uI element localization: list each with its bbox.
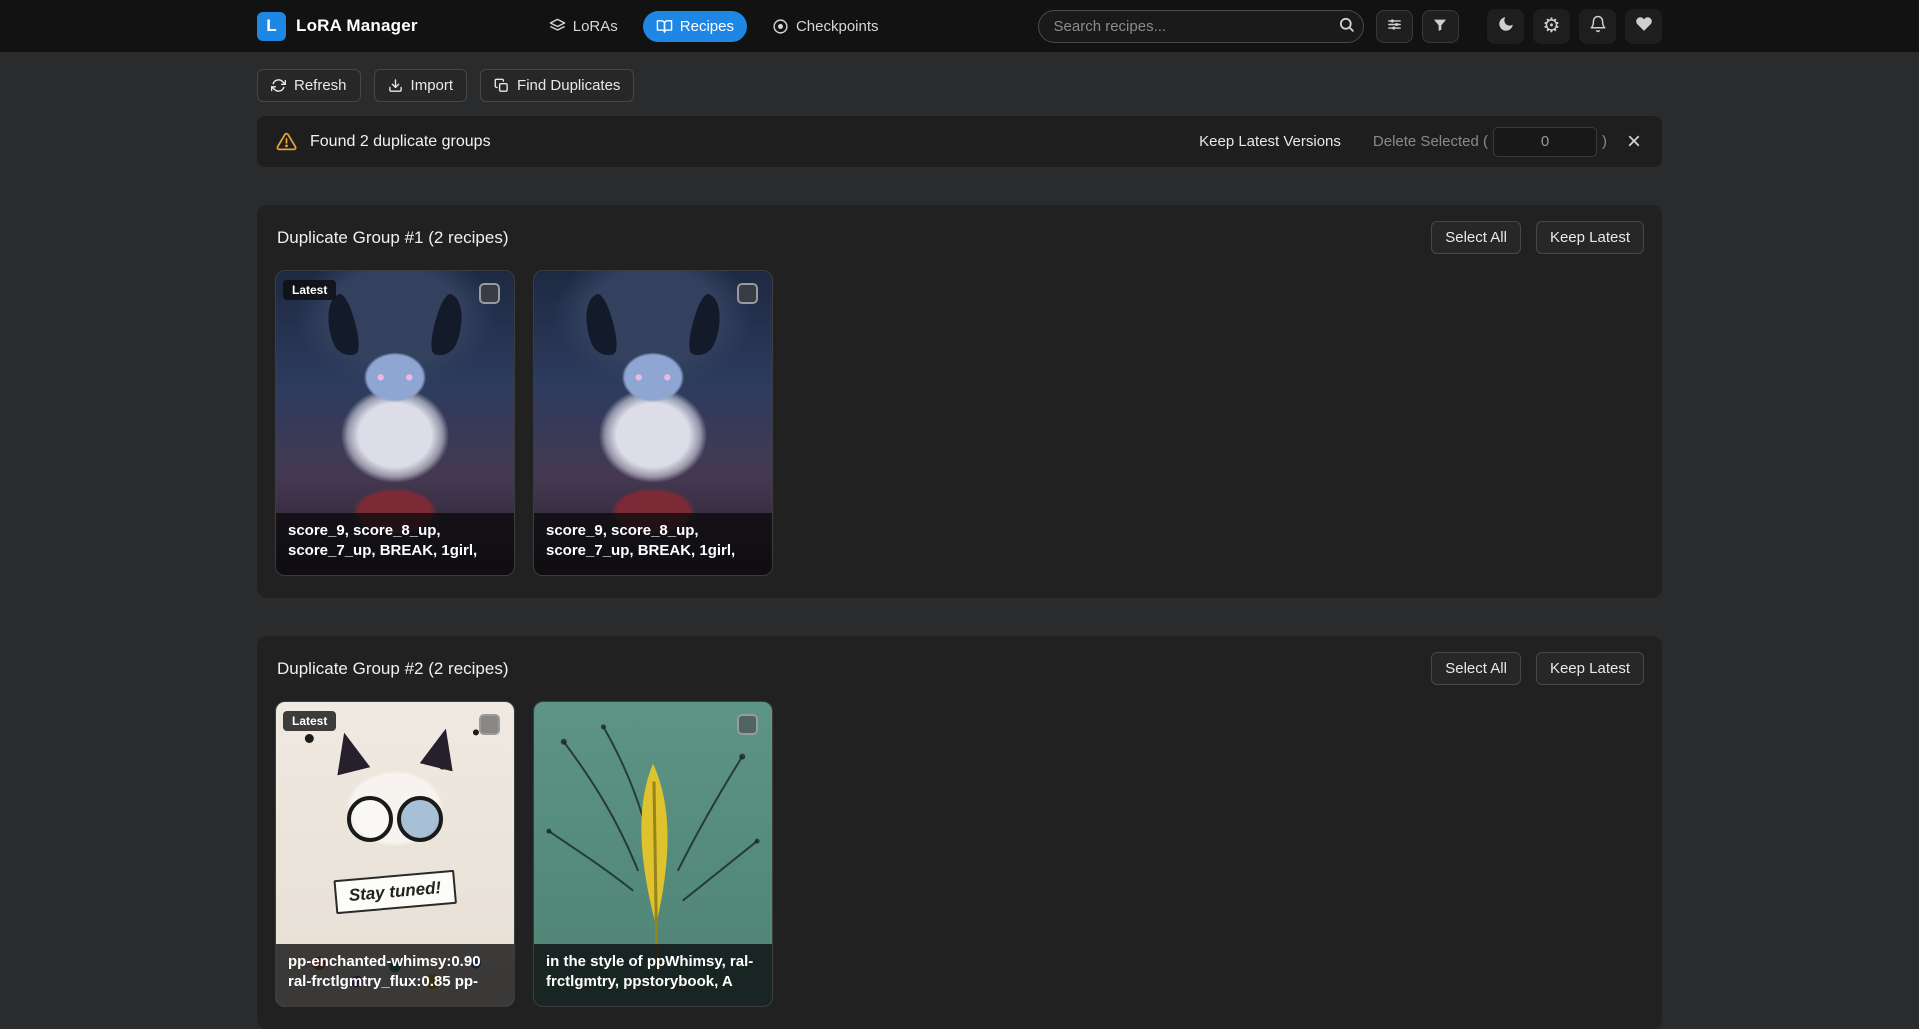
gear-icon: ⚙ (1543, 16, 1561, 36)
banner-actions: Keep Latest Versions Delete Selected ( )… (1185, 125, 1643, 158)
close-icon: × (1627, 128, 1641, 155)
nav-action-buttons: ⚙ (1487, 9, 1662, 44)
group-title: Duplicate Group #2 (2 recipes) (275, 659, 509, 679)
keep-latest-versions-button[interactable]: Keep Latest Versions (1185, 125, 1355, 158)
filter-button[interactable] (1422, 10, 1459, 43)
recipe-caption: pp-enchanted-whimsy:0.90 ral-frctlgmtry_… (276, 944, 514, 1007)
tab-checkpoints-label: Checkpoints (796, 18, 879, 35)
tab-recipes-label: Recipes (680, 18, 734, 35)
group-actions: Select All Keep Latest (1431, 221, 1644, 254)
tab-loras-label: LoRAs (573, 18, 618, 35)
settings-button[interactable]: ⚙ (1533, 9, 1570, 44)
find-duplicates-label: Find Duplicates (517, 77, 620, 94)
recipe-checkbox[interactable] (479, 714, 500, 735)
recipe-card-grid: Stay tuned! Latest pp-enchanted-whimsy:0… (275, 701, 1644, 1007)
keep-latest-button[interactable]: Keep Latest (1536, 221, 1644, 254)
close-banner-button[interactable]: × (1625, 130, 1643, 154)
delete-selected-control: Delete Selected ( ) (1373, 127, 1607, 157)
support-button[interactable] (1625, 9, 1662, 44)
bell-icon (1589, 15, 1607, 37)
illustration-horn (318, 292, 366, 360)
layers-icon (549, 18, 566, 35)
import-icon (388, 78, 403, 93)
duplicate-copies-icon (494, 78, 509, 93)
tab-recipes[interactable]: Recipes (643, 11, 747, 42)
latest-badge: Latest (283, 280, 336, 300)
illustration-horn (576, 292, 624, 360)
recipe-card[interactable]: Latest score_9, score_8_up, score_7_up, … (275, 270, 515, 576)
select-all-button[interactable]: Select All (1431, 652, 1521, 685)
illustration-glasses (339, 796, 451, 840)
delete-selected-suffix: ) (1602, 133, 1607, 150)
checkpoint-target-icon (772, 18, 789, 35)
recipe-card[interactable]: Stay tuned! Latest pp-enchanted-whimsy:0… (275, 701, 515, 1007)
recipe-checkbox[interactable] (479, 283, 500, 304)
recipe-caption: score_9, score_8_up, score_7_up, BREAK, … (276, 513, 514, 576)
book-icon (656, 18, 673, 35)
navbar: L LoRA Manager LoRAs Recipes Checkpoi (0, 0, 1919, 52)
delete-selected-prefix: Delete Selected ( (1373, 133, 1488, 150)
recipe-checkbox[interactable] (737, 283, 758, 304)
delete-count-input[interactable] (1493, 127, 1597, 157)
search-icon (1338, 16, 1355, 36)
group-header: Duplicate Group #1 (2 recipes) Select Al… (275, 221, 1644, 254)
recipe-card-grid: Latest score_9, score_8_up, score_7_up, … (275, 270, 1644, 576)
search-box (1038, 10, 1364, 43)
import-button[interactable]: Import (374, 69, 468, 102)
moon-icon (1497, 15, 1515, 37)
illustration-horn (424, 292, 472, 360)
refresh-button[interactable]: Refresh (257, 69, 361, 102)
tab-loras[interactable]: LoRAs (536, 11, 631, 42)
banner-message-area: Found 2 duplicate groups (276, 131, 491, 152)
recipes-toolbar: Refresh Import Find Duplicates (257, 52, 1662, 102)
main-content: Refresh Import Find Duplicates Found 2 d… (257, 52, 1662, 1029)
sliders-icon (1386, 16, 1403, 36)
select-all-button[interactable]: Select All (1431, 221, 1521, 254)
find-duplicates-button[interactable]: Find Duplicates (480, 69, 634, 102)
illustration-cat-ear (420, 724, 463, 771)
tab-checkpoints[interactable]: Checkpoints (759, 11, 892, 42)
latest-badge: Latest (283, 711, 336, 731)
image-sign-text: Stay tuned! (333, 870, 456, 914)
recipe-card[interactable]: in the style of ppWhimsy, ral-frctlgmtry… (533, 701, 773, 1007)
recipe-caption: score_9, score_8_up, score_7_up, BREAK, … (534, 513, 772, 576)
warning-icon (276, 131, 297, 152)
illustration-horn (682, 292, 730, 360)
nav-filter-buttons (1376, 10, 1459, 43)
recipe-card[interactable]: score_9, score_8_up, score_7_up, BREAK, … (533, 270, 773, 576)
recipe-caption: in the style of ppWhimsy, ral-frctlgmtry… (534, 944, 772, 1007)
group-header: Duplicate Group #2 (2 recipes) Select Al… (275, 652, 1644, 685)
banner-message: Found 2 duplicate groups (310, 133, 491, 151)
duplicate-group-2: Duplicate Group #2 (2 recipes) Select Al… (257, 636, 1662, 1029)
heart-icon (1635, 15, 1653, 37)
keep-latest-button[interactable]: Keep Latest (1536, 652, 1644, 685)
app-title: LoRA Manager (296, 16, 418, 36)
funnel-icon (1432, 17, 1448, 36)
recipe-checkbox[interactable] (737, 714, 758, 735)
duplicate-group-1: Duplicate Group #1 (2 recipes) Select Al… (257, 205, 1662, 598)
theme-toggle-button[interactable] (1487, 9, 1524, 44)
search-input[interactable] (1038, 10, 1364, 43)
app-logo-letter: L (266, 16, 276, 36)
brand: L LoRA Manager (257, 12, 418, 41)
refresh-label: Refresh (294, 77, 347, 94)
nav-tabs: LoRAs Recipes Checkpoints (536, 11, 892, 42)
group-title: Duplicate Group #1 (2 recipes) (275, 228, 509, 248)
notifications-button[interactable] (1579, 9, 1616, 44)
duplicates-banner: Found 2 duplicate groups Keep Latest Ver… (257, 116, 1662, 167)
search-button[interactable] (1333, 13, 1361, 40)
illustration-cat-ear (328, 728, 371, 775)
import-label: Import (411, 77, 454, 94)
group-actions: Select All Keep Latest (1431, 652, 1644, 685)
app-logo: L (257, 12, 286, 41)
refresh-icon (271, 78, 286, 93)
sort-options-button[interactable] (1376, 10, 1413, 43)
